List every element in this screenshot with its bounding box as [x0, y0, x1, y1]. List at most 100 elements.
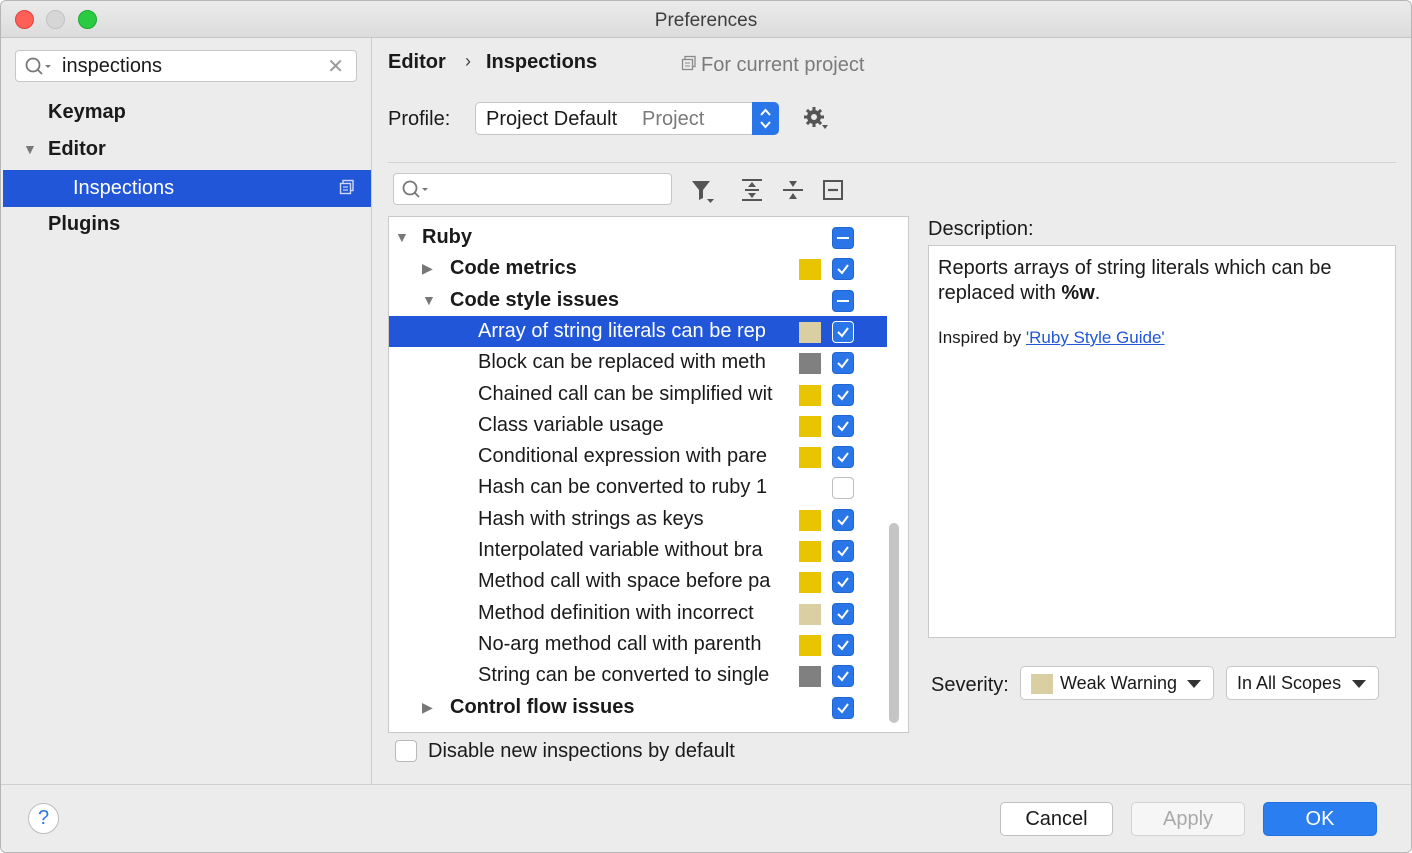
- for-current-project-text: For current project: [701, 54, 865, 76]
- inspection-row[interactable]: Hash can be converted to ruby 1: [389, 472, 887, 503]
- enable-checkbox[interactable]: [832, 352, 854, 375]
- row-label: Code style issues: [450, 288, 619, 311]
- collapse-arrow-icon[interactable]: ▼: [422, 292, 436, 308]
- scope-select[interactable]: In All Scopes: [1226, 666, 1379, 700]
- inspection-row[interactable]: Chained call can be simplified wit: [389, 379, 887, 410]
- enable-checkbox[interactable]: [832, 383, 854, 406]
- window-title: Preferences: [654, 10, 758, 31]
- inspection-filter-input[interactable]: [393, 173, 672, 205]
- severity-color-swatch: [799, 509, 821, 531]
- for-current-project-label: For current project: [681, 54, 864, 77]
- severity-select[interactable]: Weak Warning: [1020, 666, 1214, 700]
- inspection-row[interactable]: Method definition with incorrect: [389, 598, 887, 629]
- expand-arrow-icon[interactable]: ▶: [422, 260, 433, 277]
- row-label: Class variable usage: [478, 413, 664, 436]
- inspection-row[interactable]: Interpolated variable without bra: [389, 535, 887, 566]
- collapse-arrow-icon[interactable]: ▼: [395, 229, 409, 245]
- enable-checkbox[interactable]: [832, 320, 854, 343]
- apply-button[interactable]: Apply: [1131, 802, 1245, 836]
- severity-color-swatch: [799, 541, 821, 562]
- severity-value: Weak Warning: [1060, 673, 1178, 693]
- severity-color-swatch: [799, 666, 821, 688]
- reset-to-default-icon[interactable]: [822, 178, 846, 207]
- severity-color-swatch: [799, 447, 821, 469]
- help-button[interactable]: ?: [28, 803, 59, 834]
- select-updown-icon: [752, 102, 779, 135]
- severity-color-swatch: [799, 321, 821, 343]
- enable-checkbox[interactable]: [832, 258, 854, 281]
- inspection-row[interactable]: String can be converted to single: [389, 660, 887, 691]
- tree-group-row[interactable]: ▼ Code style issues: [389, 285, 887, 316]
- ruby-style-guide-link[interactable]: 'Ruby Style Guide': [1026, 328, 1165, 347]
- enable-checkbox[interactable]: [832, 508, 854, 531]
- severity-color-swatch: [799, 572, 821, 594]
- enable-checkbox[interactable]: [832, 227, 854, 249]
- profile-select[interactable]: Project Default Project: [475, 102, 779, 135]
- sidebar-item-editor[interactable]: Editor: [48, 138, 106, 161]
- clear-search-icon[interactable]: ✕: [327, 54, 344, 79]
- inspection-row[interactable]: Conditional expression with pare: [389, 441, 887, 472]
- disable-new-inspections-checkbox[interactable]: [395, 740, 417, 762]
- expand-arrow-icon[interactable]: ▶: [422, 699, 433, 716]
- tree-scrollbar[interactable]: [889, 523, 899, 723]
- tree-group-row[interactable]: ▶ Code metrics: [389, 253, 887, 284]
- severity-color-swatch: [799, 603, 821, 625]
- expand-all-icon[interactable]: [740, 178, 764, 207]
- search-icon: [402, 180, 430, 205]
- editor-expand-arrow-icon[interactable]: ▼: [23, 141, 37, 157]
- description-text-start: Reports arrays of string literals which …: [938, 257, 1332, 304]
- row-label: Array of string literals can be rep: [478, 319, 766, 342]
- row-label: Hash with strings as keys: [478, 507, 704, 530]
- profile-kind: Project: [642, 108, 705, 130]
- cancel-button[interactable]: Cancel: [1000, 802, 1113, 836]
- row-label: Chained call can be simplified wit: [478, 382, 773, 405]
- row-label: No-arg method call with parenth: [478, 632, 762, 655]
- description-text-code: %w: [1061, 282, 1095, 304]
- sidebar-item-plugins[interactable]: Plugins: [48, 213, 120, 236]
- title-bar: Preferences: [1, 1, 1411, 38]
- tree-group-row[interactable]: ▶ Control flow issues: [389, 692, 887, 723]
- row-label: Block can be replaced with meth: [478, 351, 766, 374]
- row-label: Method call with space before pa: [478, 570, 771, 593]
- breadcrumb-editor: Editor: [388, 51, 446, 73]
- inspection-row[interactable]: Hash with strings as keys: [389, 504, 887, 535]
- enable-checkbox[interactable]: [832, 665, 854, 688]
- description-text-end: .: [1094, 282, 1101, 304]
- filter-icon[interactable]: [690, 178, 716, 209]
- description-panel: Reports arrays of string literals which …: [928, 245, 1396, 638]
- row-label: String can be converted to single: [478, 664, 770, 687]
- row-label: Ruby: [422, 226, 472, 248]
- enable-checkbox[interactable]: [832, 696, 854, 719]
- divider: [388, 162, 1396, 163]
- enable-checkbox[interactable]: [832, 446, 854, 469]
- dialog-footer: ? Cancel Apply OK: [1, 784, 1411, 852]
- enable-checkbox[interactable]: [832, 289, 854, 312]
- sidebar-item-keymap[interactable]: Keymap: [48, 101, 126, 124]
- sidebar-item-inspections[interactable]: Inspections: [3, 170, 371, 207]
- inspection-row[interactable]: Method call with space before pa: [389, 566, 887, 597]
- severity-label: Severity:: [931, 674, 1009, 696]
- ok-button[interactable]: OK: [1263, 802, 1377, 836]
- enable-checkbox[interactable]: [832, 414, 854, 437]
- settings-search-input[interactable]: inspections ✕: [15, 50, 357, 82]
- enable-checkbox[interactable]: [832, 633, 854, 656]
- profile-label: Profile:: [388, 108, 451, 130]
- enable-checkbox[interactable]: [832, 602, 854, 625]
- inspection-row[interactable]: Array of string literals can be rep: [389, 315, 887, 347]
- enable-checkbox[interactable]: [832, 540, 854, 562]
- enable-checkbox[interactable]: [832, 477, 854, 500]
- inspection-row[interactable]: Block can be replaced with meth: [389, 347, 887, 378]
- disable-new-inspections-label: Disable new inspections by default: [428, 740, 735, 762]
- collapse-all-icon[interactable]: [781, 178, 805, 207]
- gear-icon[interactable]: [803, 106, 829, 137]
- chevron-down-icon: [1352, 680, 1366, 688]
- description-text: Reports arrays of string literals which …: [938, 256, 1384, 306]
- inspections-panel: Editor › Inspections For current project…: [373, 38, 1411, 784]
- sidebar: inspections ✕ Keymap ▼ Editor Inspection…: [1, 38, 372, 784]
- inspection-row[interactable]: No-arg method call with parenth: [389, 629, 887, 660]
- tree-group-row[interactable]: ▼ Ruby: [389, 222, 887, 253]
- sidebar-item-inspections-label: Inspections: [73, 177, 175, 199]
- enable-checkbox[interactable]: [832, 571, 854, 594]
- inspired-by-label: Inspired by: [938, 328, 1026, 347]
- inspection-row[interactable]: Class variable usage: [389, 410, 887, 441]
